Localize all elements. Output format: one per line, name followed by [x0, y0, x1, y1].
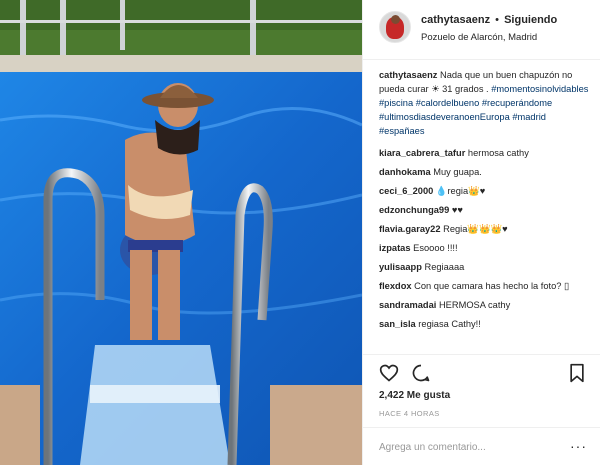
comment-item: ceci_6_2000 💧regia👑♥ — [379, 184, 593, 198]
comment-text: Esoooo !!!! — [413, 243, 458, 253]
post-header: cathytasaenz • Siguiendo Pozuelo de Alar… — [363, 0, 600, 60]
comment-item: san_isla regiasa Cathy!! — [379, 317, 593, 331]
comment-item: sandramadai HERMOSA cathy — [379, 298, 593, 312]
comment-item: edzonchunga99 ♥♥ — [379, 203, 593, 217]
likes-count[interactable]: 2,422 Me gusta — [379, 390, 450, 401]
comment-item: yulisaapp Regiaaaa — [379, 260, 593, 274]
location-link[interactable]: Pozuelo de Alarcón, Madrid — [421, 32, 537, 43]
header-separator: • — [495, 14, 500, 26]
comment-item: izpatas Esoooo !!!! — [379, 241, 593, 255]
comment-text: Regia👑👑👑♥ — [443, 224, 508, 234]
comment-username[interactable]: edzonchunga99 — [379, 205, 449, 215]
post-side-panel: cathytasaenz • Siguiendo Pozuelo de Alar… — [362, 0, 600, 465]
comment-username[interactable]: sandramadai — [379, 300, 436, 310]
post-caption: cathytasaenz Nada que un buen chapuzón n… — [379, 68, 593, 138]
comment-text: 💧regia👑♥ — [435, 186, 486, 196]
heart-icon[interactable] — [379, 363, 399, 383]
comment-item: flexdox Con que camara has hecho la foto… — [379, 279, 593, 293]
avatar[interactable] — [379, 11, 411, 43]
avatar-head — [391, 15, 400, 24]
comments-list: cathytasaenz Nada que un buen chapuzón n… — [379, 68, 593, 336]
comment-item: danhokama Muy guapa. — [379, 165, 593, 179]
comment-item: kiara_cabrera_tafur hermosa cathy — [379, 146, 593, 160]
comment-text: Regiaaaa — [424, 262, 465, 272]
comment-username[interactable]: flavia.garay22 — [379, 224, 441, 234]
post-photo[interactable] — [0, 0, 362, 465]
comment-username[interactable]: danhokama — [379, 167, 431, 177]
comment-username[interactable]: yulisaapp — [379, 262, 422, 272]
comment-username[interactable]: flexdox — [379, 281, 412, 291]
more-options-icon[interactable]: ··· — [570, 438, 587, 454]
add-comment-input[interactable] — [379, 439, 559, 455]
caption-username[interactable]: cathytasaenz — [379, 70, 437, 80]
comment-username[interactable]: ceci_6_2000 — [379, 186, 433, 196]
post-timestamp: HACE 4 HORAS — [379, 409, 440, 418]
comment-text: Con que camara has hecho la foto? ▯ — [414, 281, 570, 291]
comment-icon[interactable] — [411, 363, 431, 383]
pool-photo — [0, 0, 362, 465]
header-user-line: cathytasaenz • Siguiendo — [421, 14, 557, 26]
add-comment-bar: ··· — [363, 427, 600, 465]
comment-item: flavia.garay22 Regia👑👑👑♥ — [379, 222, 593, 236]
comment-username[interactable]: kiara_cabrera_tafur — [379, 148, 465, 158]
bookmark-icon[interactable] — [567, 363, 587, 383]
comment-username[interactable]: san_isla — [379, 319, 416, 329]
comment-text: regiasa Cathy!! — [418, 319, 481, 329]
comment-text: hermosa cathy — [467, 148, 529, 158]
comment-text: ♥♥ — [451, 205, 463, 215]
follow-status-button[interactable]: Siguiendo — [504, 14, 557, 26]
comment-text: Muy guapa. — [433, 167, 482, 177]
header-username[interactable]: cathytasaenz — [421, 14, 490, 26]
comment-text: HERMOSA cathy — [438, 300, 511, 310]
comment-username[interactable]: izpatas — [379, 243, 411, 253]
post-actions: 2,422 Me gusta HACE 4 HORAS ··· — [363, 354, 600, 465]
